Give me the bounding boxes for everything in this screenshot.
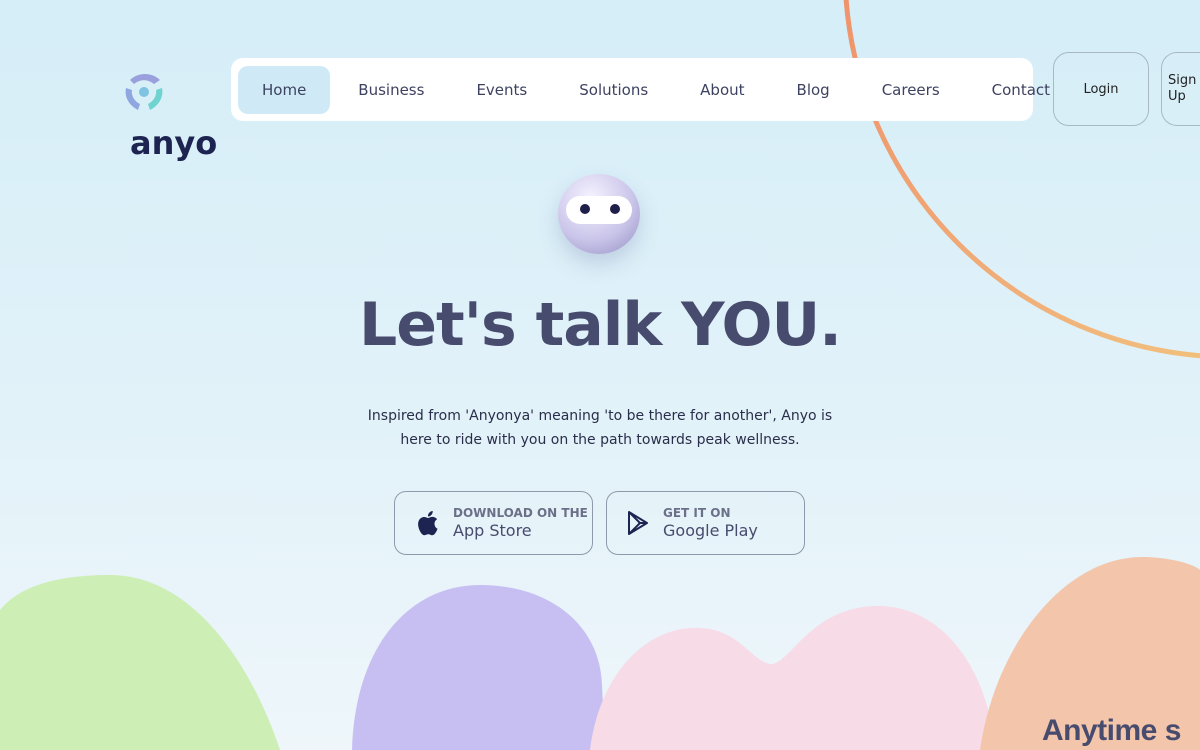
pink-blob — [590, 605, 995, 750]
nav-blog[interactable]: Blog — [773, 66, 854, 114]
nav-events[interactable]: Events — [452, 66, 551, 114]
app-store-label: App Store — [453, 521, 532, 540]
login-button[interactable]: Login — [1053, 52, 1149, 126]
app-store-small: DOWNLOAD ON THE — [453, 506, 588, 520]
play-icon — [628, 511, 648, 535]
apple-icon — [418, 511, 438, 536]
signup-button[interactable]: Sign Up — [1161, 52, 1200, 126]
nav-solutions[interactable]: Solutions — [555, 66, 672, 114]
google-play-button[interactable]: GET IT ON Google Play — [606, 491, 805, 555]
google-play-small: GET IT ON — [663, 506, 731, 520]
hero-subtitle: Inspired from 'Anyonya' meaning 'to be t… — [367, 408, 833, 448]
logo[interactable] — [122, 70, 214, 118]
anyo-logo-icon — [125, 74, 163, 110]
hero-title: Let's talk YOU. — [359, 290, 842, 360]
nav-about[interactable]: About — [676, 66, 768, 114]
mascot-image — [558, 174, 640, 254]
app-store-button[interactable]: DOWNLOAD ON THE App Store — [394, 491, 593, 555]
main-nav: Home Business Events Solutions About Blo… — [231, 58, 1050, 121]
green-blob — [0, 575, 280, 750]
brand-name: anyo — [130, 124, 218, 162]
purple-blob — [352, 585, 605, 750]
nav-business[interactable]: Business — [334, 66, 448, 114]
nav-home[interactable]: Home — [238, 65, 331, 114]
nav-careers[interactable]: Careers — [858, 66, 964, 114]
google-play-label: Google Play — [663, 521, 758, 540]
section-heading: Anytime s — [1042, 714, 1181, 747]
